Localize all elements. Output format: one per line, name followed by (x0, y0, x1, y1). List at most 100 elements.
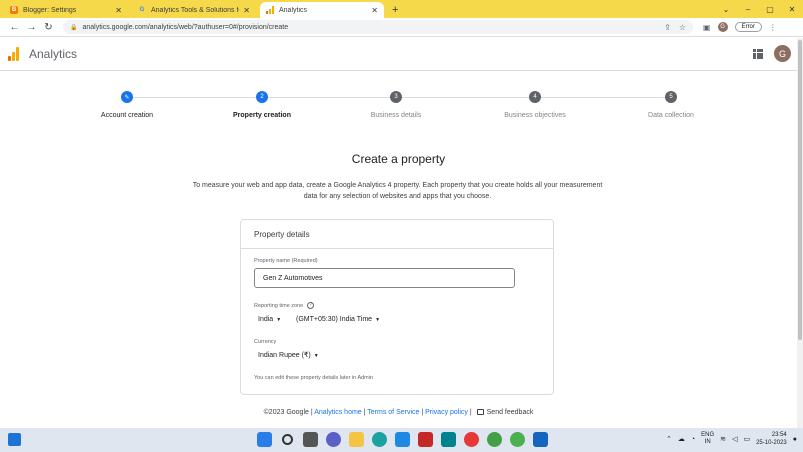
app-header: Analytics G (0, 38, 797, 71)
caret-down-icon: ▼ (375, 317, 381, 323)
profile-avatar[interactable]: G (717, 22, 728, 32)
lang-top: ENG (701, 432, 715, 438)
currency-select[interactable]: Indian Rupee (₹) ▼ (258, 351, 319, 359)
whatsapp-icon[interactable] (487, 432, 502, 447)
property-details-card: Property details Property name (Required… (240, 219, 554, 395)
windows-start-icon[interactable] (257, 432, 272, 447)
lang-bottom: IN (704, 439, 711, 445)
chrome-icon[interactable] (464, 432, 479, 447)
help-icon[interactable]: ? (307, 302, 315, 309)
date: 25-10-2023 (756, 440, 787, 446)
close-tab-icon[interactable]: ✕ (371, 6, 378, 15)
close-tab-icon[interactable]: ✕ (243, 6, 250, 15)
feedback-icon[interactable] (476, 409, 484, 416)
chevron-down-icon[interactable]: ⌄ (715, 5, 737, 14)
file-explorer-icon[interactable] (349, 432, 364, 447)
browser-tab-analytics-tools[interactable]: G Analytics Tools & Solutions for Y ✕ (132, 2, 256, 18)
browser-toolbar: ← → ↻ 🔒 analytics.google.com/analytics/w… (0, 18, 803, 37)
tab-title: Analytics (279, 6, 308, 14)
lock-icon[interactable]: 🔒 (70, 24, 77, 31)
card-title: Property details (241, 220, 553, 249)
pencil-icon: ✎ (121, 91, 133, 103)
analytics-home-link[interactable]: Analytics home (314, 409, 361, 416)
page-footer: ©2023 Google | Analytics home | Terms of… (263, 409, 534, 416)
address-bar[interactable]: 🔒 analytics.google.com/analytics/web/?au… (63, 20, 693, 34)
word-icon[interactable] (533, 432, 548, 447)
search-icon[interactable] (282, 434, 293, 445)
step-number: 5 (665, 91, 677, 103)
step-label: Property creation (233, 112, 291, 119)
wifi-icon[interactable]: ≋ (720, 435, 726, 443)
app-teal-icon[interactable] (441, 432, 456, 447)
step-data-collection: 5 Data collection (616, 91, 726, 119)
caret-down-icon: ▼ (276, 317, 282, 323)
clock[interactable]: 23:54 25-10-2023 (756, 431, 787, 447)
account-avatar[interactable]: G (774, 45, 791, 62)
volume-icon[interactable]: ◁ (732, 435, 737, 443)
analytics-icon (266, 6, 274, 14)
network-status-icon[interactable]: ◔ (691, 436, 695, 443)
step-account-creation: ✎ Account creation (72, 91, 182, 119)
browser-tab-analytics[interactable]: Analytics ✕ (260, 2, 384, 18)
privacy-link[interactable]: Privacy policy (425, 409, 468, 416)
step-business-details: 3 Business details (341, 91, 451, 119)
apps-grid-icon[interactable] (753, 49, 763, 59)
share-icon[interactable]: ⇪ (664, 23, 671, 32)
timezone-label: Reporting time zone (254, 302, 304, 309)
widgets-icon[interactable] (8, 433, 21, 446)
step-label: Business details (370, 112, 422, 119)
maximize-icon[interactable]: ▢ (759, 5, 781, 14)
tab-title: Blogger: Settings (23, 6, 77, 14)
reload-icon[interactable]: ↻ (40, 22, 57, 33)
battery-icon[interactable]: ▭ (743, 435, 750, 443)
analytics-logo-icon[interactable] (8, 47, 19, 61)
close-window-icon[interactable]: ✕ (781, 5, 803, 14)
timezone-select[interactable]: (GMT+05:30) India Time ▼ (296, 316, 380, 323)
window-controls: ⌄ – ▢ ✕ (715, 0, 803, 18)
timezone-country-select[interactable]: India ▼ (258, 316, 281, 323)
copyright: ©2023 Google (263, 409, 309, 416)
menu-icon[interactable]: ⋮ (769, 23, 777, 32)
step-label: Business objectives (504, 112, 566, 119)
property-name-input[interactable] (254, 268, 515, 288)
app-l-icon[interactable] (395, 432, 410, 447)
edit-later-note: You can edit these property details late… (254, 375, 374, 381)
send-feedback-link[interactable]: Send feedback (487, 409, 534, 416)
scrollbar-thumb[interactable] (798, 40, 802, 340)
step-number: 3 (390, 91, 402, 103)
app-title: Analytics (29, 47, 78, 61)
language-indicator[interactable]: ENG IN (701, 432, 714, 446)
back-icon[interactable]: ← (6, 22, 23, 33)
new-tab-button[interactable]: + (392, 2, 398, 18)
mcafee-icon[interactable] (418, 432, 433, 447)
close-tab-icon[interactable]: ✕ (115, 6, 122, 15)
terms-link[interactable]: Terms of Service (367, 409, 419, 416)
page-intro: To measure your web and app data, create… (192, 182, 603, 200)
timezone-value: (GMT+05:30) India Time (296, 316, 373, 323)
minimize-icon[interactable]: – (737, 5, 759, 14)
chrome-active-icon[interactable] (510, 432, 525, 447)
browser-tab-blogger[interactable]: B Blogger: Settings ✕ (4, 2, 128, 18)
caret-down-icon: ▼ (313, 353, 319, 359)
step-business-objectives: 4 Business objectives (480, 91, 590, 119)
chevron-up-icon[interactable]: ⌃ (666, 435, 672, 443)
google-icon: G (139, 7, 145, 13)
onedrive-icon[interactable]: ☁ (678, 435, 685, 443)
notification-icon[interactable]: ● (793, 436, 797, 443)
star-icon[interactable]: ☆ (679, 23, 686, 32)
task-view-icon[interactable] (303, 432, 318, 447)
currency-label: Currency (254, 339, 277, 345)
step-label: Data collection (648, 112, 694, 119)
blogger-icon: B (10, 6, 18, 14)
forward-icon[interactable]: → (23, 22, 40, 33)
time: 23:54 (771, 432, 787, 438)
chat-icon[interactable] (326, 432, 341, 447)
edge-icon[interactable] (372, 432, 387, 447)
error-button[interactable]: Error (734, 22, 762, 32)
sidepanel-icon[interactable]: ▣ (703, 23, 711, 32)
browser-tabstrip: B Blogger: Settings ✕ G Analytics Tools … (0, 0, 803, 18)
step-number: 4 (529, 91, 541, 103)
system-tray: ⌃ ☁ ◔ ENG IN ≋ ◁ ▭ 23:54 25-10-2023 ● (666, 431, 797, 447)
currency-value: Indian Rupee (₹) (258, 352, 311, 359)
page-scrollbar[interactable] (797, 38, 803, 428)
